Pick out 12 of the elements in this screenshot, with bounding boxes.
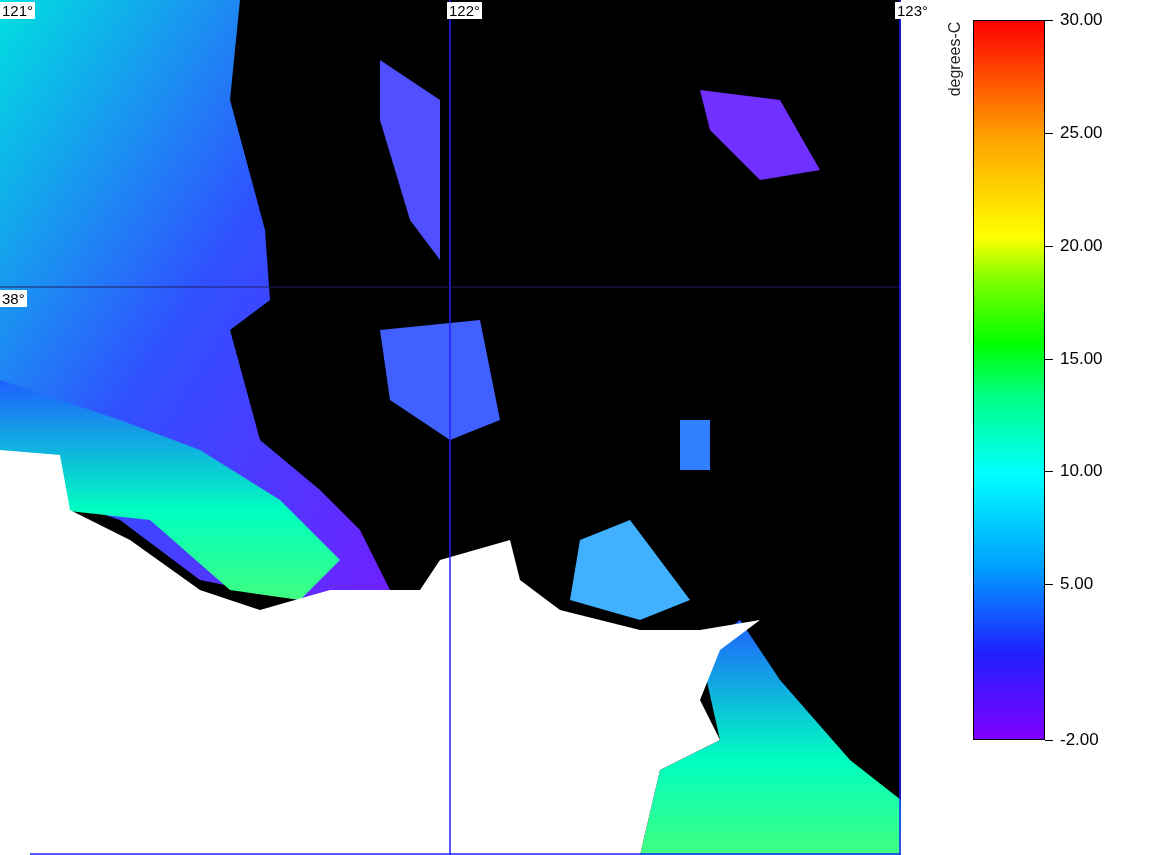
colorbar-tick-label: 20.00 <box>1060 237 1103 256</box>
longitude-label: 123° <box>895 2 931 19</box>
colorbar-tick-label: 5.00 <box>1060 574 1094 593</box>
longitude-label: 121° <box>0 2 36 19</box>
colorbar-tick-label: 25.00 <box>1060 124 1103 143</box>
colorbar-tick-label: 10.00 <box>1060 461 1103 480</box>
longitude-label: 122° <box>447 2 483 19</box>
latitude-label: 38° <box>0 290 27 307</box>
colorbar-tick-label: 30.00 <box>1060 11 1103 29</box>
colorbar-unit-label: degrees-C <box>946 21 965 97</box>
colorbar-tick-label: 15.00 <box>1060 350 1103 369</box>
colorbar-tick-label: -2.00 <box>1060 731 1099 749</box>
